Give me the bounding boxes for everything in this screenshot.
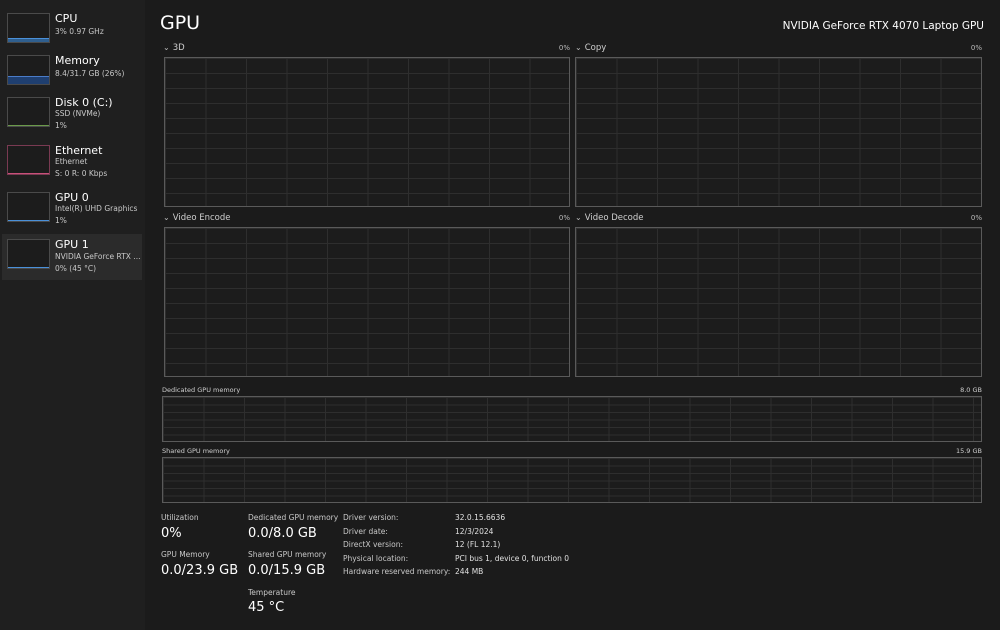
sidebar-item-detail: 3% 0.97 GHz [55,27,104,36]
gpu-memory-label: GPU Memory [161,550,210,559]
performance-sidebar: CPU 3% 0.97 GHz Memory 8.4/31.7 GB (26%)… [0,0,145,630]
chevron-down-icon: ⌄ [163,43,170,52]
memory-thumbnail-graph [7,55,50,85]
sidebar-item-disk-0[interactable]: Disk 0 (C:) SSD (NVMe) 1% [2,92,142,138]
sidebar-item-detail: SSD (NVMe) [55,109,101,118]
temperature-value: 45 °C [248,600,285,615]
sidebar-item-memory[interactable]: Memory 8.4/31.7 GB (26%) [2,50,142,96]
sidebar-item-label: Disk 0 (C:) [55,96,113,109]
ethernet-thumbnail-graph [7,145,50,175]
disk-thumbnail-graph [7,97,50,127]
shared-memory-graph [162,457,982,503]
engine-label: Video Encode [172,213,231,223]
shared-memory-label: Shared GPU memory [248,550,327,559]
sidebar-item-label: Ethernet [55,144,103,157]
shared-memory-graph-label: Shared GPU memory [162,447,230,455]
sidebar-item-detail: Intel(R) UHD Graphics [55,204,138,213]
dedicated-memory-value: 0.0/8.0 GB [248,526,317,541]
engine-copy-selector[interactable]: ⌄ Copy [575,43,606,53]
sidebar-item-label: CPU [55,12,78,25]
driver-version-value: 32.0.15.6636 [455,513,506,522]
driver-date-value: 12/3/2024 [455,527,494,536]
sidebar-item-gpu-1[interactable]: GPU 1 NVIDIA GeForce RTX ... 0% (45 °C) [2,234,142,280]
directx-version-value: 12 (FL 12.1) [455,540,501,549]
gpu0-thumbnail-graph [7,192,50,222]
dedicated-memory-label: Dedicated GPU memory [248,513,339,522]
chevron-down-icon: ⌄ [575,213,582,222]
sidebar-item-label: Memory [55,54,100,67]
sidebar-item-label: GPU 1 [55,238,89,251]
sidebar-item-cpu[interactable]: CPU 3% 0.97 GHz [2,8,142,54]
sidebar-item-detail-2: 0% (45 °C) [55,264,97,273]
sidebar-item-detail: NVIDIA GeForce RTX ... [55,252,141,261]
engine-video-encode-graph [164,227,570,377]
engine-video-encode-percent: 0% [558,214,570,222]
sidebar-item-detail-2: S: 0 R: 0 Kbps [55,169,108,178]
shared-memory-value: 0.0/15.9 GB [248,563,326,578]
dedicated-memory-graph-max: 8.0 GB [960,386,982,394]
gpu-device-name: NVIDIA GeForce RTX 4070 Laptop GPU [782,20,984,32]
sidebar-item-detail-2: 1% [55,216,67,225]
sidebar-item-detail-2: 1% [55,121,67,130]
gpu1-thumbnail-graph [7,239,50,269]
sidebar-item-gpu-0[interactable]: GPU 0 Intel(R) UHD Graphics 1% [2,187,142,233]
directx-version-key: DirectX version: [343,540,403,549]
hardware-reserved-memory-key: Hardware reserved memory: [343,567,451,576]
task-manager-window: CPU 3% 0.97 GHz Memory 8.4/31.7 GB (26%)… [0,0,1000,630]
physical-location-key: Physical location: [343,554,409,563]
chevron-down-icon: ⌄ [163,213,170,222]
chevron-down-icon: ⌄ [575,43,582,52]
utilization-value: 0% [161,526,182,541]
engine-label: Copy [584,43,607,53]
cpu-thumbnail-graph [7,13,50,43]
engine-video-decode-percent: 0% [970,214,982,222]
engine-video-encode-selector[interactable]: ⌄ Video Encode [163,213,230,223]
driver-version-key: Driver version: [343,513,399,522]
sidebar-item-detail: 8.4/31.7 GB (26%) [55,69,125,78]
engine-3d-selector[interactable]: ⌄ 3D [163,43,185,53]
sidebar-item-ethernet[interactable]: Ethernet Ethernet S: 0 R: 0 Kbps [2,140,142,186]
dedicated-memory-graph-label: Dedicated GPU memory [162,386,241,394]
sidebar-item-label: GPU 0 [55,191,89,204]
page-title: GPU [160,12,201,34]
shared-memory-graph-max: 15.9 GB [955,447,982,455]
engine-video-decode-graph [575,227,982,377]
engine-3d-graph [164,57,570,207]
utilization-label: Utilization [161,513,199,522]
engine-label: Video Decode [584,213,644,223]
sidebar-item-detail: Ethernet [55,157,88,166]
physical-location-value: PCI bus 1, device 0, function 0 [455,554,570,563]
gpu-memory-value: 0.0/23.9 GB [161,563,239,578]
temperature-label: Temperature [248,588,296,597]
dedicated-memory-graph [162,396,982,442]
engine-copy-graph [575,57,982,207]
engine-video-decode-selector[interactable]: ⌄ Video Decode [575,213,644,223]
hardware-reserved-memory-value: 244 MB [455,567,484,576]
engine-copy-percent: 0% [970,44,982,52]
engine-3d-percent: 0% [558,44,570,52]
driver-date-key: Driver date: [343,527,388,536]
engine-label: 3D [172,43,185,53]
